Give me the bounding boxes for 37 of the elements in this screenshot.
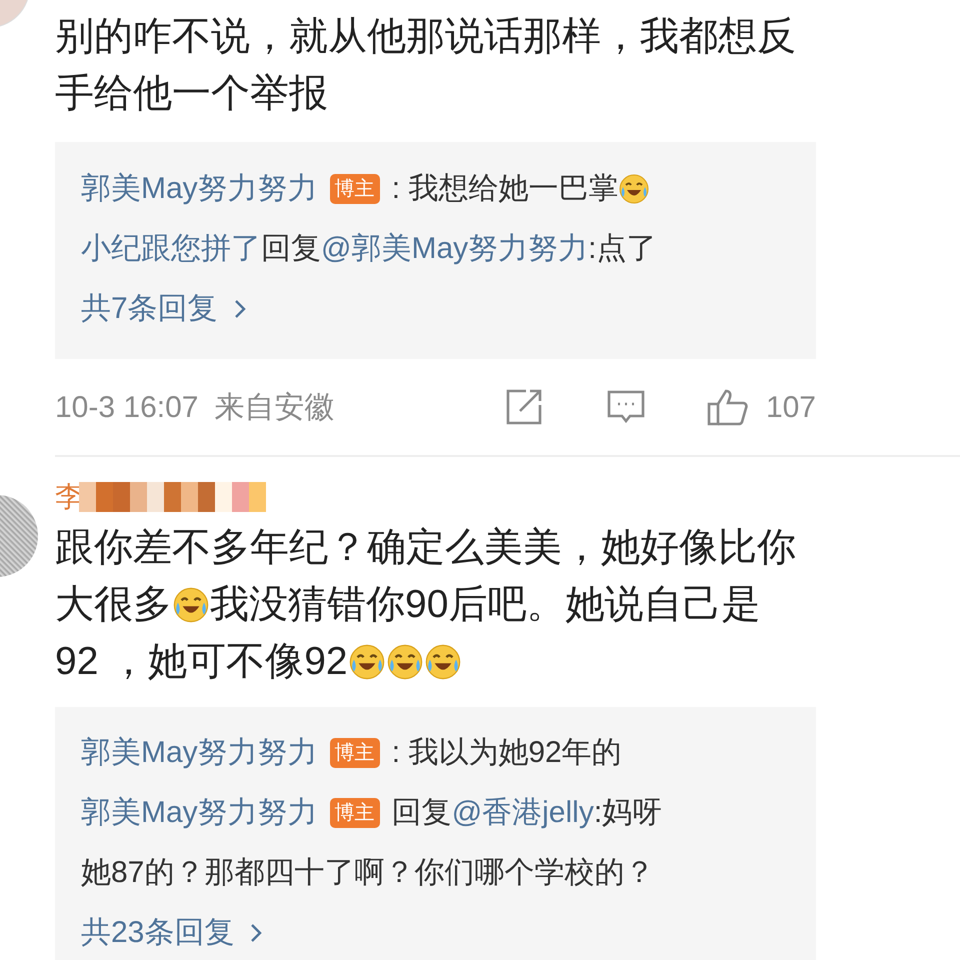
- share-icon[interactable]: [504, 387, 544, 427]
- laughing-crying-emoji-icon: [424, 642, 462, 680]
- comment-text: 大很多: [55, 585, 172, 624]
- laughing-crying-emoji-icon: [172, 586, 210, 624]
- username-link[interactable]: 郭美May努力努力: [81, 798, 318, 828]
- location-text: 来自安徽: [214, 390, 334, 426]
- comment-text: 跟你差不多年纪？确定么美美，她好像比你: [55, 528, 796, 567]
- reply-text: 她87的？那都四十了啊？你们哪个学校的？: [81, 858, 654, 888]
- author-badge: 博主: [330, 798, 380, 828]
- timestamp: 10-3 16:07: [55, 390, 198, 426]
- comment-text: 我没猜错你90后吧。她说自己是: [210, 585, 760, 624]
- more-replies-link[interactable]: 共7条回复: [81, 279, 246, 339]
- mention-link[interactable]: @香港jelly: [452, 798, 594, 828]
- reply-text: : 我想给她一巴掌: [392, 174, 618, 204]
- author-badge: 博主: [330, 174, 380, 204]
- more-replies-link[interactable]: 共23条回复: [81, 903, 262, 960]
- like-button[interactable]: 107: [706, 384, 816, 430]
- username-link[interactable]: 李: [55, 476, 83, 518]
- author-badge: 博主: [330, 738, 380, 768]
- laughing-crying-emoji-icon: [618, 173, 650, 205]
- chevron-right-icon: [234, 299, 246, 319]
- comment-text: 别的咋不说，就从他那说话那样，我都想反: [55, 17, 796, 56]
- laughing-crying-emoji-icon: [348, 642, 386, 680]
- laughing-crying-emoji-icon: [386, 642, 424, 680]
- reply-text: : 我以为她92年的: [392, 738, 622, 768]
- reply-text: :妈呀: [594, 798, 662, 828]
- comment-text: 手给他一个举报: [55, 74, 328, 113]
- thumbs-up-icon: [706, 387, 750, 427]
- mention-link[interactable]: @郭美May努力努力: [321, 234, 588, 264]
- chevron-right-icon: [250, 923, 262, 943]
- username-link[interactable]: 小纪跟您拼了: [81, 234, 261, 264]
- comment-text: 92 ，她可不像92: [55, 642, 348, 681]
- reply-text: 回复: [261, 234, 321, 264]
- username-link[interactable]: 郭美May努力努力: [81, 174, 318, 204]
- username-link[interactable]: 郭美May努力努力: [81, 738, 318, 768]
- reply-text: :点了: [588, 234, 656, 264]
- reply-text: 回复: [392, 798, 452, 828]
